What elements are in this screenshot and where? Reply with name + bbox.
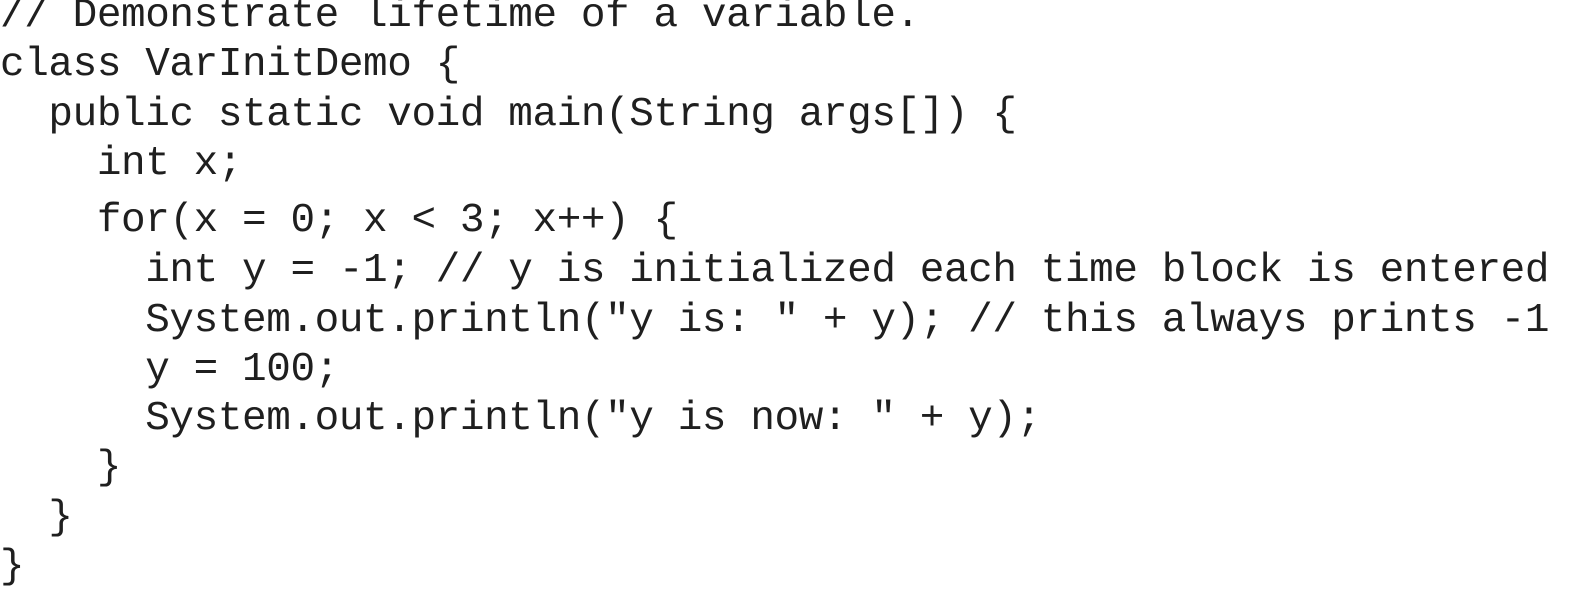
y-initialization-line: int y = -1; // y is initialized each tim… [0,248,1550,294]
code-listing: // Demonstrate lifetime of a variable. c… [0,0,1580,593]
class-closing-brace-line: } [0,544,25,590]
main-method-line: public static void main(String args[]) { [0,92,1017,138]
second-print-line: System.out.println("y is now: " + y); [0,396,1041,442]
method-closing-brace-line: } [0,495,73,541]
first-print-line: System.out.println("y is: " + y); // thi… [0,298,1550,344]
y-assignment-line: y = 100; [0,347,339,393]
variable-declaration-line: int x; [0,141,243,187]
class-declaration-line: class VarInitDemo { [0,42,460,88]
for-loop-line: for(x = 0; x < 3; x++) { [0,198,678,244]
comment-line: // Demonstrate lifetime of a variable. [0,0,920,39]
for-closing-brace-line: } [0,445,122,491]
